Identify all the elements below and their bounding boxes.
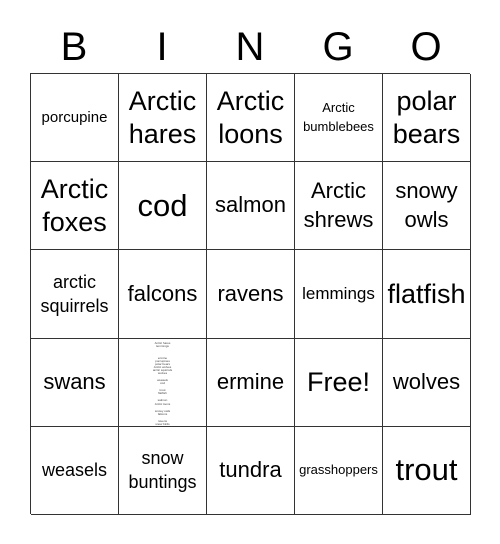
- bingo-cell[interactable]: grasshoppers: [295, 426, 383, 515]
- header-letter-o: O: [410, 25, 442, 69]
- cell-text: snow buntings: [128, 448, 197, 493]
- bingo-cell[interactable]: Arctic foxes: [31, 162, 119, 251]
- cell-text: cod: [137, 187, 188, 223]
- bingo-cell[interactable]: Arctic bumblebees: [295, 74, 383, 163]
- bingo-cell[interactable]: polar bears: [383, 74, 471, 163]
- cell-text: salmon: [215, 192, 286, 218]
- bingo-cell[interactable]: wolves: [383, 338, 471, 427]
- bingo-board: porcupine Arctic hares Arctic loons Arct…: [30, 73, 471, 515]
- header-letter-g: G: [322, 25, 354, 69]
- bingo-cell[interactable]: trout: [383, 426, 471, 515]
- word-list-entry: falcons: [157, 411, 168, 416]
- bingo-cell[interactable]: weasels: [31, 426, 119, 515]
- bingo-cell[interactable]: snowy owls: [383, 162, 471, 251]
- cell-text: tundra: [219, 457, 282, 483]
- word-list-entry: cod: [160, 381, 165, 386]
- cell-text: ermine: [216, 368, 285, 394]
- cell-text: Arctic loons: [216, 86, 285, 149]
- cell-text: grasshoppers: [299, 462, 378, 478]
- cell-text: ravens: [217, 280, 284, 306]
- bingo-cell[interactable]: ermine: [207, 338, 295, 427]
- cell-text: Free!: [306, 366, 371, 397]
- bingo-cell[interactable]: Arctic hares: [119, 74, 207, 163]
- word-list-entry: wolves: [157, 370, 168, 375]
- cell-text: weasels: [41, 460, 108, 481]
- cell-text: arctic squirrels: [40, 271, 109, 316]
- cell-text: Arctic foxes: [40, 174, 109, 237]
- cell-text: Arctic shrews: [303, 178, 374, 232]
- bingo-cell[interactable]: porcupine: [31, 74, 119, 163]
- bingo-cell[interactable]: lemmings: [295, 250, 383, 339]
- header-letter-b: B: [60, 25, 88, 69]
- word-list-image: TundraArctic foxesArctic hareslemmingser…: [153, 339, 172, 426]
- cell-text: lemmings: [302, 283, 375, 303]
- bingo-cell[interactable]: flatfish: [383, 250, 471, 339]
- bingo-cell[interactable]: arctic squirrels: [31, 250, 119, 339]
- bingo-cell[interactable]: swans: [31, 338, 119, 427]
- cell-text: snowy owls: [395, 178, 458, 232]
- header-letter-n: N: [235, 25, 265, 69]
- bingo-cell[interactable]: falcons: [119, 250, 207, 339]
- cell-text: porcupine: [41, 108, 108, 126]
- cell-text: Arctic bumblebees: [303, 100, 374, 134]
- word-list-entry: flatfish: [158, 391, 167, 396]
- bingo-cell[interactable]: cod: [119, 162, 207, 251]
- bingo-cell[interactable]: Arctic shrews: [295, 162, 383, 251]
- bingo-cell-free[interactable]: Free!: [295, 338, 383, 427]
- bingo-header: B I N G O: [30, 22, 470, 72]
- cell-text: falcons: [127, 280, 198, 306]
- cell-text: polar bears: [392, 86, 461, 149]
- bingo-cell[interactable]: Arctic loons: [207, 74, 295, 163]
- bingo-cell[interactable]: tundra: [207, 426, 295, 515]
- bingo-cell[interactable]: snow buntings: [119, 426, 207, 515]
- cell-text: swans: [43, 368, 106, 394]
- bingo-cell[interactable]: salmon: [207, 162, 295, 251]
- bingo-cell[interactable]: ravens: [207, 250, 295, 339]
- bingo-cell-wordlist-image[interactable]: TundraArctic foxesArctic hareslemmingser…: [119, 338, 207, 427]
- cell-text: flatfish: [387, 278, 466, 309]
- word-list-entry: lemmings: [156, 344, 169, 349]
- cell-text: Arctic hares: [128, 86, 197, 149]
- header-letter-i: I: [156, 25, 168, 69]
- cell-text: trout: [395, 452, 458, 488]
- cell-text: wolves: [392, 368, 461, 394]
- word-list-entry: Arctic loons: [154, 401, 171, 406]
